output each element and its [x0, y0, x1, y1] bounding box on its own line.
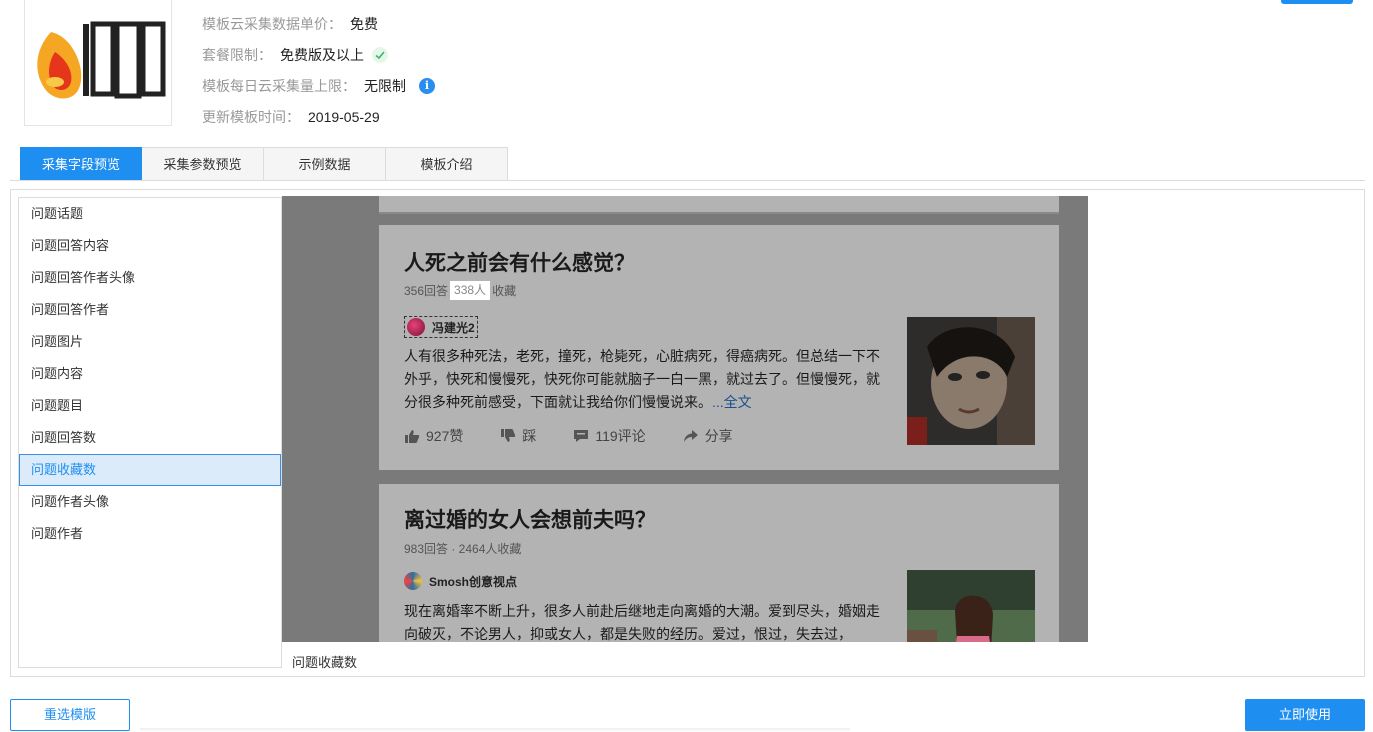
- thumbs-up-icon: [405, 430, 420, 443]
- answer-image: [907, 317, 1035, 445]
- answer-excerpt: 人有很多种死法，老死，撞死，枪毙死，心脏病死，得癌病死。但总结一下不外乎，快死和…: [404, 345, 884, 414]
- excerpt-text: 人有很多种死法，老死，撞死，枪毙死，心脏病死，得癌病死。但总结一下不外乎，快死和…: [404, 348, 880, 410]
- field-item-content[interactable]: 问题内容: [19, 358, 281, 390]
- answer-author: 冯建光2: [404, 316, 478, 338]
- author-avatar: [404, 572, 422, 590]
- field-item-title[interactable]: 问题题目: [19, 390, 281, 422]
- field-list: 问题话题 问题回答内容 问题回答作者头像 问题回答作者 问题图片 问题内容 问题…: [18, 197, 282, 668]
- question-title: 人死之前会有什么感觉？: [404, 252, 635, 275]
- bottom-divider: [140, 728, 850, 732]
- wukong-logo-icon: [37, 21, 166, 99]
- field-preview-panel: 问题话题 问题回答内容 问题回答作者头像 问题回答作者 问题图片 问题内容 问题…: [10, 189, 1365, 677]
- favorites-highlight: 338人: [450, 281, 491, 300]
- price-row: 模板云采集数据单价： 免费: [202, 8, 435, 39]
- daily-limit-value: 无限制: [364, 77, 406, 94]
- comment-count: 119评论: [595, 428, 646, 444]
- daily-limit-row: 模板每日云采集量上限： 无限制 i: [202, 70, 435, 101]
- question-card: 人死之前会有什么感觉？ 356回答 338人 收藏 冯建光2 人有很多种死法，老…: [379, 225, 1059, 470]
- read-more-link[interactable]: ...全文: [712, 394, 752, 410]
- field-item-author[interactable]: 问题作者: [19, 518, 281, 550]
- answer-actions: 927赞 踩 119评论 分享: [404, 426, 770, 446]
- info-icon[interactable]: i: [419, 77, 435, 94]
- field-item-answer-content[interactable]: 问题回答内容: [19, 230, 281, 262]
- answer-image: [907, 570, 1035, 642]
- previous-card-edge: [379, 196, 1059, 214]
- like-action[interactable]: 927赞: [404, 426, 463, 446]
- daily-limit-label: 模板每日云采集量上限：: [202, 77, 356, 94]
- tab-field-preview[interactable]: 采集字段预览: [20, 147, 142, 181]
- update-value: 2019-05-29: [308, 108, 380, 125]
- author-name: 冯建光2: [432, 320, 475, 335]
- tab-sample-data[interactable]: 示例数据: [264, 147, 386, 181]
- answer-excerpt: 现在离婚率不断上升，很多人前赴后继地走向离婚的大潮。爱到尽头，婚姻走向破灭，不论…: [404, 603, 880, 642]
- preview-caption: 问题收藏数: [292, 655, 358, 670]
- update-row: 更新模板时间： 2019-05-29: [202, 101, 435, 132]
- field-item-topic[interactable]: 问题话题: [19, 198, 281, 230]
- field-item-author-avatar[interactable]: 问题作者头像: [19, 486, 281, 518]
- favorites-suffix: 收藏: [492, 284, 517, 298]
- plan-row: 套餐限制： 免费版及以上: [202, 39, 435, 70]
- comment-icon: [574, 430, 589, 442]
- field-item-answer-author[interactable]: 问题回答作者: [19, 294, 281, 326]
- share-action[interactable]: 分享: [683, 426, 733, 446]
- question-meta: 356回答 338人 收藏: [404, 281, 516, 300]
- tab-param-preview[interactable]: 采集参数预览: [142, 147, 264, 181]
- dislike-action[interactable]: 踩: [500, 426, 536, 446]
- plan-label: 套餐限制：: [202, 46, 272, 63]
- dislike-label: 踩: [522, 428, 537, 444]
- answer-count: 356回答: [404, 284, 449, 298]
- field-item-answer-count[interactable]: 问题回答数: [19, 422, 281, 454]
- field-item-favorites-count[interactable]: 问题收藏数: [19, 454, 281, 486]
- question-title: 离过婚的女人会想前夫吗？: [404, 509, 656, 532]
- share-label: 分享: [704, 428, 733, 444]
- tab-bar: 采集字段预览 采集参数预览 示例数据 模板介绍: [20, 147, 508, 181]
- price-label: 模板云采集数据单价：: [202, 15, 342, 32]
- template-meta: 模板云采集数据单价： 免费 套餐限制： 免费版及以上 模板每日云采集量上限： 无…: [202, 8, 435, 132]
- preview-screenshot: 人死之前会有什么感觉？ 356回答 338人 收藏 冯建光2 人有很多种死法，老…: [282, 196, 1088, 642]
- like-count: 927赞: [426, 428, 464, 444]
- author-name: Smosh创意视点: [429, 574, 518, 589]
- reselect-template-button[interactable]: 重选模版: [10, 699, 130, 731]
- author-avatar: [407, 318, 425, 336]
- template-logo: [24, 0, 172, 126]
- price-value: 免费: [350, 15, 378, 32]
- tab-template-intro[interactable]: 模板介绍: [386, 147, 508, 181]
- thumbs-down-icon: [501, 429, 516, 442]
- question-meta: 983回答 · 2464人收藏: [404, 542, 522, 556]
- share-icon: [683, 430, 698, 442]
- tab-divider: [10, 180, 1365, 181]
- plan-value: 免费版及以上: [280, 46, 364, 63]
- use-now-button[interactable]: 立即使用: [1245, 699, 1365, 731]
- answer-author: Smosh创意视点: [404, 572, 517, 590]
- top-action-button[interactable]: [1281, 0, 1353, 4]
- field-item-image[interactable]: 问题图片: [19, 326, 281, 358]
- field-item-answer-author-avatar[interactable]: 问题回答作者头像: [19, 262, 281, 294]
- check-icon: [372, 46, 388, 63]
- question-card: 离过婚的女人会想前夫吗？ 983回答 · 2464人收藏 Smosh创意视点 现…: [379, 484, 1059, 642]
- update-label: 更新模板时间：: [202, 108, 300, 125]
- comment-action[interactable]: 119评论: [573, 426, 646, 446]
